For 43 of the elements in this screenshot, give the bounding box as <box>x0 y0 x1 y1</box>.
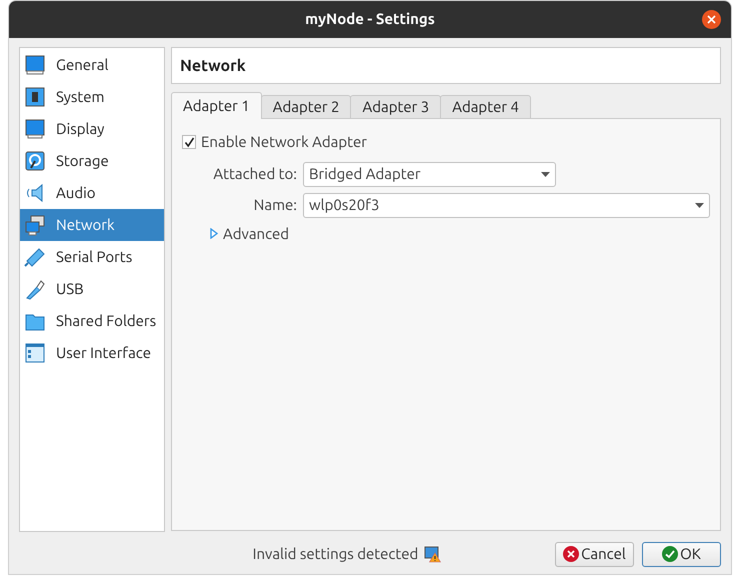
sidebar-item[interactable]: User Interface <box>20 337 164 369</box>
sidebar-item[interactable]: USB <box>20 273 164 305</box>
close-button[interactable] <box>702 10 721 29</box>
sidebar-item[interactable]: General <box>20 49 164 81</box>
checkbox[interactable] <box>182 135 196 150</box>
ok-button[interactable]: OK <box>642 542 721 566</box>
collapsed-arrow-icon <box>210 228 218 240</box>
warning-icon <box>424 546 442 562</box>
monitor-icon <box>24 54 46 76</box>
field-label: Name: <box>252 194 298 215</box>
close-icon <box>707 15 716 24</box>
tab[interactable]: Adapter 4 <box>440 95 531 119</box>
sidebar-item[interactable]: Shared Folders <box>20 305 164 337</box>
monitor-icon <box>24 118 46 140</box>
sidebar-item[interactable]: Storage <box>20 145 164 177</box>
field-label: Attached to: <box>212 164 298 184</box>
tab[interactable]: Adapter 1 <box>171 92 262 119</box>
chip-icon <box>24 86 46 108</box>
sidebar-item[interactable]: Network <box>20 209 164 241</box>
cancel-button[interactable]: Cancel <box>555 542 634 566</box>
computers-icon <box>24 214 46 236</box>
status-message: Invalid settings detected <box>252 544 418 564</box>
check-icon <box>662 546 678 562</box>
tab[interactable]: Adapter 3 <box>350 95 442 119</box>
connector-icon <box>24 246 46 268</box>
window-title: myNode - Settings <box>305 9 435 30</box>
advanced-toggle[interactable]: Advanced <box>210 222 290 245</box>
window-icon <box>24 342 46 364</box>
dropdown-value: wlp0s20f3 <box>309 194 380 215</box>
tab[interactable]: Adapter 2 <box>260 95 352 119</box>
page-title: Network <box>180 56 246 76</box>
caret-icon <box>695 202 704 208</box>
name-dropdown[interactable]: wlp0s20f3 <box>303 192 710 218</box>
checkbox-label: Enable Network Adapter <box>201 132 367 152</box>
sidebar-item[interactable]: Display <box>20 113 164 145</box>
dropdown-value: Bridged Adapter <box>309 164 421 184</box>
sidebar-item[interactable]: System <box>20 81 164 113</box>
usb-plug-icon <box>24 278 46 300</box>
attached-to-dropdown[interactable]: Bridged Adapter <box>303 162 556 186</box>
sidebar-item[interactable]: Serial Ports <box>20 241 164 273</box>
cancel-icon <box>563 546 580 562</box>
sidebar-item[interactable]: Audio <box>20 177 164 209</box>
caret-icon <box>541 172 550 176</box>
